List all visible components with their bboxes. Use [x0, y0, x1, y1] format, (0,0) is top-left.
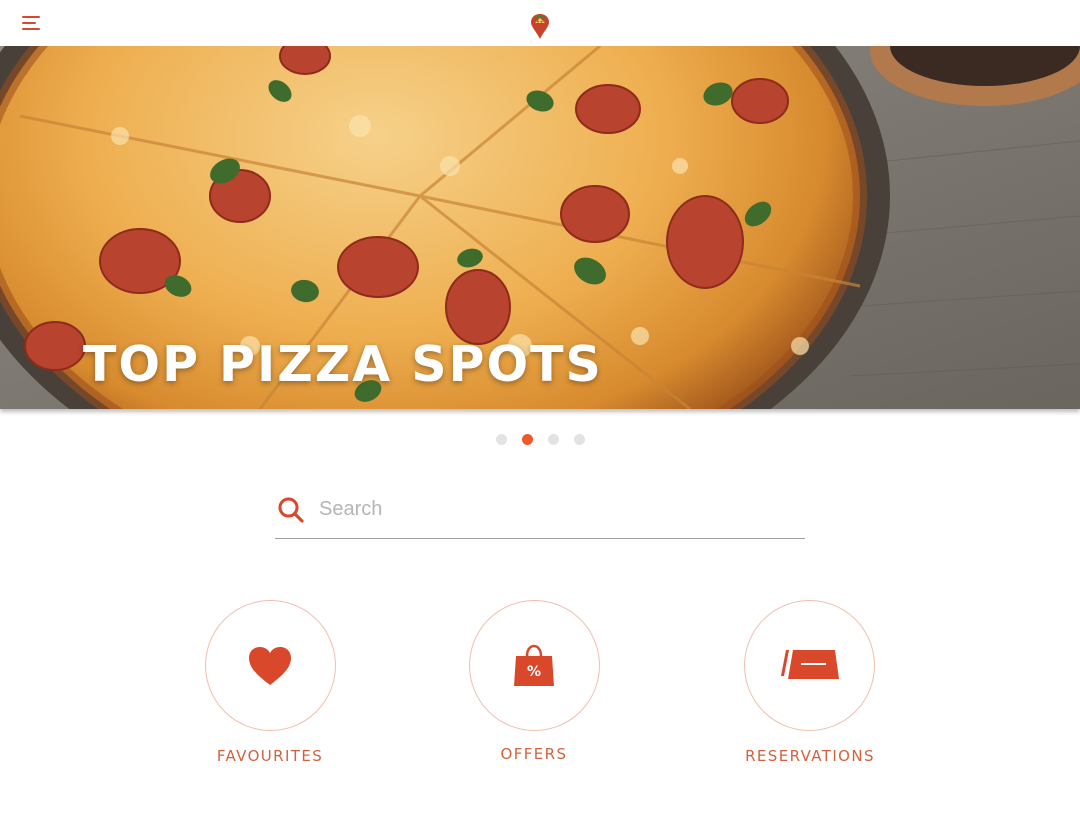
carousel-dot-2-active[interactable]	[522, 434, 533, 445]
top-app-bar	[0, 0, 1080, 46]
hamburger-menu-icon[interactable]	[22, 14, 44, 32]
svg-text:%: %	[527, 664, 541, 680]
carousel-dot-3[interactable]	[548, 434, 559, 445]
carousel-dot-4[interactable]	[574, 434, 585, 445]
search-bar	[275, 484, 805, 539]
hero-title: TOP PIZZA SPOTS	[83, 336, 603, 393]
search-input[interactable]	[319, 492, 789, 526]
carousel-dot-1[interactable]	[496, 434, 507, 445]
offers-label: OFFERS	[500, 745, 568, 763]
offers-button[interactable]: % OFFERS	[454, 600, 614, 770]
heart-icon	[249, 647, 291, 685]
favourites-button[interactable]: FAVOURITES	[190, 600, 350, 770]
carousel-pagination	[0, 434, 1080, 446]
favourites-label: FAVOURITES	[216, 747, 324, 765]
reservations-label: RESERVATIONS	[745, 747, 875, 765]
reserved-table-sign-icon	[781, 650, 839, 679]
hero-banner[interactable]: TOP PIZZA SPOTS	[0, 46, 1080, 409]
pizza-location-pin-icon[interactable]	[528, 12, 552, 40]
shopping-bag-percent-icon: %	[514, 644, 554, 686]
reservations-button[interactable]: RESERVATIONS	[730, 600, 890, 770]
search-icon[interactable]	[277, 496, 305, 524]
